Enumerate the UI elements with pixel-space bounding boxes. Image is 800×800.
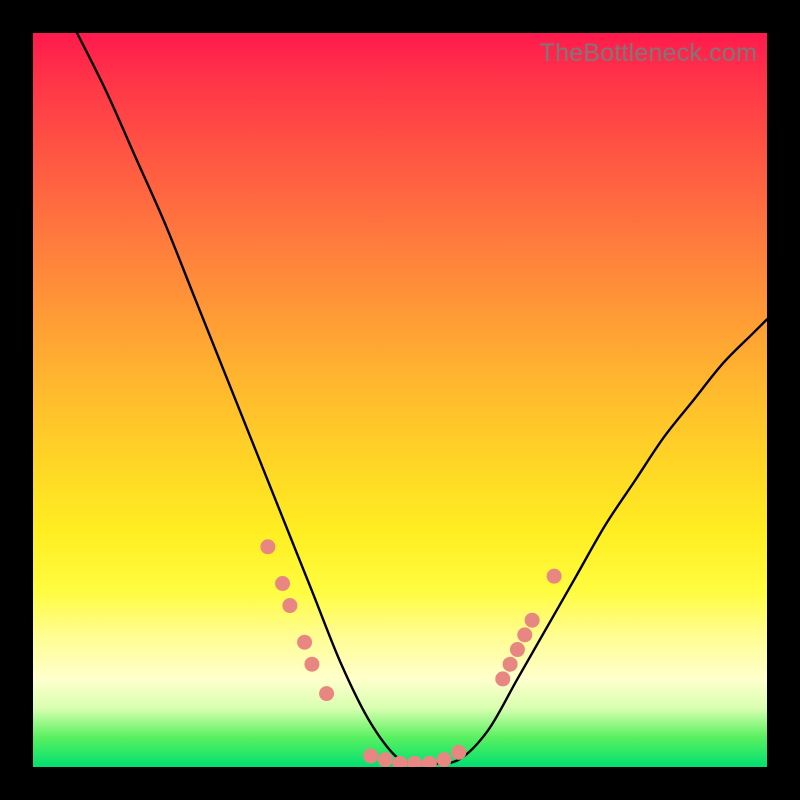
marker-dot (393, 756, 408, 767)
marker-dot (297, 635, 312, 650)
marker-dot (304, 657, 319, 672)
marker-dot (510, 642, 525, 657)
marker-dot (503, 657, 518, 672)
outer-frame: TheBottleneck.com (0, 0, 800, 800)
marker-dot (451, 745, 466, 760)
marker-dot (422, 756, 437, 767)
marker-dot (260, 539, 275, 554)
marker-dot (363, 748, 378, 763)
marker-dot (517, 627, 532, 642)
marker-dot (275, 576, 290, 591)
chart-svg (33, 33, 767, 767)
plot-area: TheBottleneck.com (33, 33, 767, 767)
watermark-text: TheBottleneck.com (540, 39, 757, 68)
marker-dot (437, 752, 452, 767)
bottleneck-curve (77, 33, 767, 764)
marker-dot (547, 569, 562, 584)
marker-dot (378, 752, 393, 767)
marker-dot (407, 756, 422, 767)
marker-dot (495, 671, 510, 686)
marker-dot (319, 686, 334, 701)
marker-dot (525, 613, 540, 628)
marker-dot (282, 598, 297, 613)
